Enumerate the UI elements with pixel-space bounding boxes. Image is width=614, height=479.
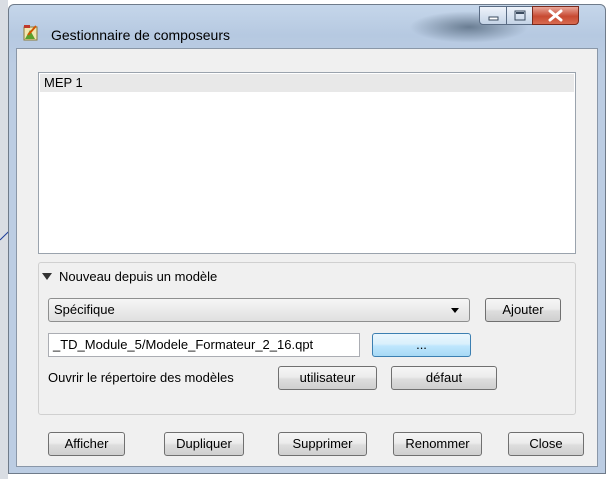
composer-list[interactable]: MEP 1 (38, 72, 576, 254)
close-window-button[interactable] (532, 6, 579, 25)
collapse-triangle-icon (42, 273, 52, 280)
add-button[interactable]: Ajouter (485, 298, 561, 322)
chevron-down-icon (451, 308, 459, 313)
rename-button[interactable]: Renommer (393, 432, 482, 456)
close-icon (548, 9, 563, 22)
new-from-template-label: Nouveau depuis un modèle (59, 269, 218, 284)
close-button[interactable]: Close (508, 432, 584, 456)
default-templates-button[interactable]: défaut (391, 366, 497, 390)
duplicate-button[interactable]: Dupliquer (164, 432, 244, 456)
maximize-icon (514, 10, 526, 21)
new-from-template-toggle[interactable]: Nouveau depuis un modèle (42, 269, 217, 284)
template-type-select[interactable]: Spécifique (48, 298, 470, 322)
maximize-button[interactable] (506, 6, 533, 25)
minimize-icon (488, 16, 499, 21)
dialog-content: MEP 1 Nouveau depuis un modèle Spécifiqu… (16, 48, 598, 467)
window-title: Gestionnaire de composeurs (51, 27, 230, 43)
delete-button[interactable]: Supprimer (278, 432, 367, 456)
show-button[interactable]: Afficher (48, 432, 125, 456)
composer-list-item[interactable]: MEP 1 (40, 74, 574, 92)
new-from-template-group: Nouveau depuis un modèle Spécifique Ajou… (38, 262, 576, 415)
user-templates-button[interactable]: utilisateur (278, 366, 377, 390)
template-type-value: Spécifique (54, 302, 115, 317)
open-templates-dir-label: Ouvrir le répertoire des modèles (48, 370, 234, 385)
minimize-button[interactable] (479, 6, 507, 25)
title-bar[interactable]: Gestionnaire de composeurs (9, 5, 605, 47)
template-path-field[interactable]: _TD_Module_5/Modele_Formateur_2_16.qpt (48, 333, 360, 357)
composer-manager-window: Gestionnaire de composeurs MEP 1 Nouveau… (8, 4, 606, 474)
browse-button[interactable]: ... (372, 333, 471, 357)
qgis-composer-icon (23, 25, 38, 41)
